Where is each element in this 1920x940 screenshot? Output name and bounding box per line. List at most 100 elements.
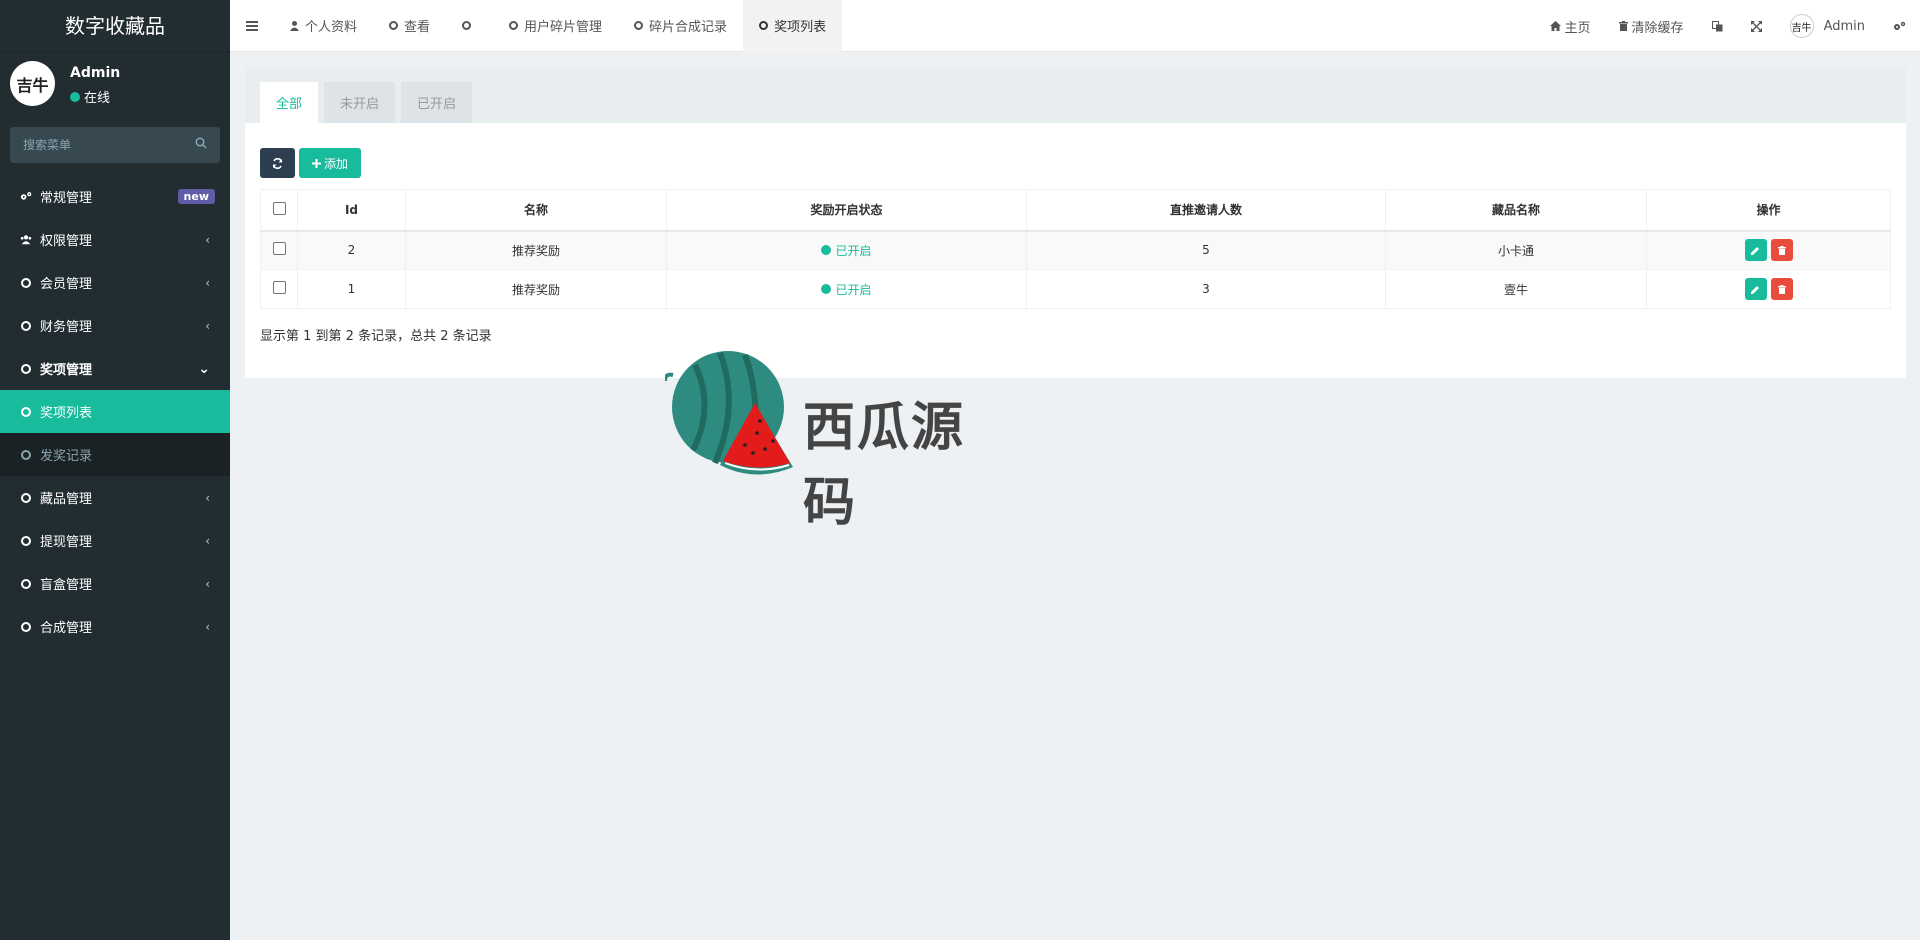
column-header: 操作 [1646, 189, 1891, 232]
circle-icon [21, 277, 31, 288]
column-header[interactable]: 奖励开启状态 [666, 189, 1027, 232]
cell-status: 已开启 [666, 230, 1027, 270]
cell-status: 已开启 [666, 269, 1027, 309]
chevron-left-icon: ‹ [205, 232, 210, 247]
clear-cache-label: 清除缓存 [1631, 20, 1684, 36]
gears-icon [1894, 21, 1906, 30]
tab-profile[interactable]: 个人资料 [274, 0, 373, 52]
tab-label: 查看 [404, 20, 431, 35]
menu-search [10, 127, 220, 163]
user-menu[interactable]: 吉牛 Admin [1776, 0, 1879, 52]
home-link[interactable]: 主页 [1536, 0, 1605, 52]
bars-icon[interactable] [230, 0, 274, 52]
top-navbar: 个人资料 查看 用户碎片管理 碎片合成记录 奖项列表 主页 清除缓存 吉牛 Ad… [230, 0, 1920, 52]
refresh-button[interactable] [260, 148, 295, 178]
column-header[interactable]: 藏品名称 [1385, 189, 1647, 232]
add-label: 添加 [323, 156, 348, 171]
sidebar-item-label: 权限管理 [40, 234, 93, 249]
sidebar-item-withdrawals[interactable]: 提现管理 ‹ [0, 519, 230, 562]
sidebar-item-members[interactable]: 会员管理 ‹ [0, 261, 230, 304]
table-row: 2 推荐奖励 已开启 5 小卡通 [260, 230, 1891, 270]
row-checkbox[interactable] [272, 281, 286, 294]
nav-tabs: 个人资料 查看 用户碎片管理 碎片合成记录 奖项列表 [274, 0, 843, 52]
language-button[interactable] [1698, 0, 1737, 52]
sidebar-item-label: 提现管理 [40, 535, 93, 550]
watermark: 西瓜源码 [665, 345, 1015, 533]
tab-all[interactable]: 全部 [260, 82, 319, 123]
circle-icon [21, 621, 31, 632]
add-button[interactable]: 添加 [299, 148, 361, 178]
status-label: 已开启 [835, 243, 872, 258]
user-name: Admin [70, 65, 121, 81]
chevron-left-icon: ‹ [205, 490, 210, 505]
clear-cache-button[interactable]: 清除缓存 [1605, 0, 1698, 52]
user-panel: 吉牛 Admin 在线 [0, 53, 230, 119]
tab-label: 用户碎片管理 [524, 20, 603, 35]
sidebar-item-synthesis[interactable]: 合成管理 ‹ [0, 605, 230, 648]
pagination-info: 显示第 1 到第 2 条记录，总共 2 条记录 [260, 329, 492, 344]
plus-icon [311, 158, 321, 168]
sidebar-item-award-list[interactable]: 奖项列表 [0, 390, 230, 433]
nav-right: 主页 清除缓存 吉牛 Admin [1536, 0, 1920, 52]
tab-label: 碎片合成记录 [649, 20, 728, 35]
table-row: 1 推荐奖励 已开启 3 壹牛 [260, 269, 1891, 309]
status-label: 已开启 [835, 282, 872, 297]
tab-not-started[interactable]: 未开启 [324, 82, 396, 123]
column-header[interactable]: 直推邀请人数 [1026, 189, 1386, 232]
brand-title[interactable]: 数字收藏品 [0, 0, 230, 53]
sidebar-item-award-records[interactable]: 发奖记录 [0, 433, 230, 476]
watermelon-logo-icon [665, 351, 793, 475]
cell-actions [1646, 269, 1891, 309]
select-all-checkbox[interactable] [272, 201, 286, 215]
cell-invites: 3 [1026, 269, 1386, 309]
cell-collection: 小卡通 [1385, 230, 1647, 270]
column-header[interactable]: 名称 [405, 189, 667, 232]
sidebar-item-blindbox[interactable]: 盲盒管理 ‹ [0, 562, 230, 605]
circle-icon [21, 406, 31, 417]
chevron-down-icon: ⌄ [198, 360, 210, 377]
sidebar-item-general[interactable]: 常规管理 new [0, 175, 230, 218]
avatar: 吉牛 [10, 61, 55, 106]
tab-view[interactable]: 查看 [373, 0, 446, 52]
user-menu-label: Admin [1823, 18, 1865, 34]
circle-icon [389, 21, 399, 30]
table-header-row: Id 名称 奖励开启状态 直推邀请人数 藏品名称 操作 [260, 189, 1891, 232]
trash-icon [1777, 245, 1786, 255]
tab-fragment-synthesis[interactable]: 碎片合成记录 [618, 0, 743, 52]
user-icon [290, 20, 299, 31]
tab-award-list[interactable]: 奖项列表 [743, 0, 843, 52]
row-select-cell [260, 269, 298, 309]
fullscreen-button[interactable] [1737, 0, 1776, 52]
tab-untitled[interactable] [446, 0, 493, 52]
settings-button[interactable] [1879, 0, 1920, 52]
new-badge: new [177, 189, 215, 204]
tab-started[interactable]: 已开启 [401, 82, 473, 123]
users-icon [20, 234, 32, 245]
avatar: 吉牛 [1789, 14, 1814, 38]
row-checkbox[interactable] [272, 242, 286, 256]
panel-heading: 全部 未开启 已开启 [245, 67, 1906, 123]
edit-button[interactable] [1744, 239, 1767, 262]
column-header[interactable]: Id [297, 189, 406, 232]
sidebar-item-label: 盲盒管理 [40, 578, 93, 593]
sidebar-item-label: 奖项管理 [40, 363, 93, 378]
tab-user-fragments[interactable]: 用户碎片管理 [493, 0, 618, 52]
chevron-left-icon: ‹ [205, 576, 210, 591]
menu-search-input[interactable] [10, 127, 220, 163]
content-panel: 全部 未开启 已开启 添加 Id 名称 奖励开启状态 直推邀请人数 藏品名称 操… [245, 67, 1906, 378]
sidebar-item-label: 发奖记录 [40, 449, 93, 464]
delete-button[interactable] [1770, 278, 1793, 300]
sidebar-item-collections[interactable]: 藏品管理 ‹ [0, 476, 230, 519]
circle-icon [634, 21, 644, 30]
sidebar-item-finance[interactable]: 财务管理 ‹ [0, 304, 230, 347]
user-status-label: 在线 [84, 91, 111, 106]
delete-button[interactable] [1770, 239, 1793, 262]
circle-icon [462, 21, 472, 30]
sidebar-item-awards[interactable]: 奖项管理 ⌄ [0, 347, 230, 390]
edit-button[interactable] [1744, 278, 1767, 300]
search-icon[interactable] [195, 137, 207, 149]
filter-tabs: 全部 未开启 已开启 [260, 82, 473, 123]
status-dot-icon [821, 245, 832, 256]
sidebar-item-permissions[interactable]: 权限管理 ‹ [0, 218, 230, 261]
refresh-icon [272, 157, 283, 169]
